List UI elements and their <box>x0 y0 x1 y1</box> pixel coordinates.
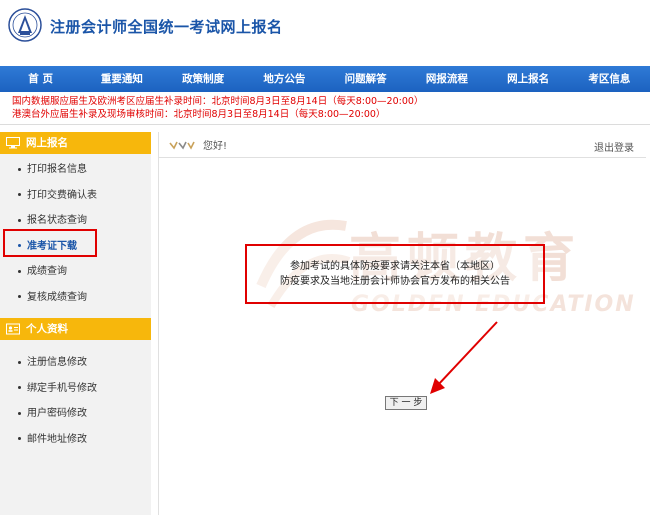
sidebar-item-edit-email[interactable]: 邮件地址修改 <box>0 427 151 453</box>
bullet <box>18 269 21 273</box>
sidebar-list-profile: 注册信息修改 绑定手机号修改 用户密码修改 邮件地址修改 <box>0 340 151 452</box>
sidebar-item-label: 邮件地址修改 <box>27 433 87 445</box>
sidebar-item-label: 用户密码修改 <box>27 408 87 419</box>
nav-local-announcements[interactable]: 地方公告 <box>244 66 325 92</box>
nav-faq[interactable]: 问题解答 <box>325 66 406 92</box>
sidebar-item-print-payment[interactable]: 打印交费确认表 <box>0 183 151 209</box>
bullet <box>18 360 21 364</box>
sidebar-item-label: 打印交费确认表 <box>27 189 97 201</box>
main-nav: 首 页 重要通知 政策制度 地方公告 问题解答 网报流程 网上报名 考区信息 <box>0 66 650 92</box>
nav-exam-area-info[interactable]: 考区信息 <box>569 66 650 92</box>
sidebar-item-edit-password[interactable]: 用户密码修改 <box>0 401 151 427</box>
sidebar-item-print-registration[interactable]: 打印报名信息 <box>0 157 151 183</box>
main-toolbar: 您好! 退出登录 <box>159 132 646 158</box>
sidebar-item-label: 成绩查询 <box>27 266 67 277</box>
sidebar: 网上报名 打印报名信息 打印交费确认表 报名状态查询 准考证下载 成绩查询 复核… <box>0 132 151 515</box>
sidebar-item-label: 报名状态查询 <box>27 215 87 226</box>
sidebar-item-edit-registration[interactable]: 注册信息修改 <box>0 350 151 376</box>
wave-decoration-icon <box>169 141 195 150</box>
bullet <box>18 411 21 415</box>
main-panel: 您好! 退出登录 高顿教育 GOLDEN EDUCATION 参加考试的具体防疫… <box>158 132 646 515</box>
sidebar-section-profile: 个人资料 <box>0 318 151 340</box>
nav-online-registration[interactable]: 网上报名 <box>488 66 569 92</box>
notice-line: 港澳台外应届生补录及现场审核时间：北京时间8月3日至8月14日（每天8:00—2… <box>12 109 386 120</box>
sidebar-item-review-query[interactable]: 复核成绩查询 <box>0 285 151 311</box>
logout-link[interactable]: 退出登录 <box>594 139 634 154</box>
sidebar-item-label: 复核成绩查询 <box>27 291 87 303</box>
notice-text: 防疫要求及当地注册会计师协会官方发布的相关公告 <box>280 276 510 287</box>
cicpa-emblem-icon <box>8 8 42 42</box>
annotation-highlight-box <box>3 229 97 257</box>
bullet <box>18 295 21 298</box>
sidebar-section-title: 个人资料 <box>26 323 68 335</box>
sidebar-item-score-query[interactable]: 成绩查询 <box>0 259 151 285</box>
sidebar-item-label: 打印报名信息 <box>27 164 87 175</box>
sidebar-item-edit-phone[interactable]: 绑定手机号修改 <box>0 376 151 402</box>
nav-registration-process[interactable]: 网报流程 <box>406 66 487 92</box>
nav-home[interactable]: 首 页 <box>0 66 81 92</box>
sidebar-section-title: 网上报名 <box>26 137 68 149</box>
site-header: 注册会计师全国统一考试网上报名 <box>0 0 650 66</box>
bullet <box>18 437 21 440</box>
site-title: 注册会计师全国统一考试网上报名 <box>50 18 283 36</box>
greeting-text: 您好! <box>203 141 228 152</box>
bullet <box>18 218 21 222</box>
sidebar-section-registration: 网上报名 <box>0 132 151 154</box>
notice-bar: 国内数据服应届生及欧洲考区应届生补录时间：北京时间8月3日至8月14日（每天8:… <box>0 95 650 125</box>
bullet <box>18 193 21 196</box>
nav-important-notices[interactable]: 重要通知 <box>81 66 162 92</box>
bullet <box>18 167 21 171</box>
divider <box>0 124 650 125</box>
id-card-icon <box>6 323 20 335</box>
bullet <box>18 386 21 389</box>
notice-text: 参加考试的具体防疫要求请关注本省（本地区） <box>290 261 500 272</box>
next-step-button[interactable]: 下 一 步 <box>385 396 427 410</box>
sidebar-item-label: 绑定手机号修改 <box>27 382 97 394</box>
nav-policies[interactable]: 政策制度 <box>163 66 244 92</box>
epidemic-notice-box: 参加考试的具体防疫要求请关注本省（本地区） 防疫要求及当地注册会计师协会官方发布… <box>245 244 545 304</box>
notice-line: 国内数据服应届生及欧洲考区应届生补录时间：北京时间8月3日至8月14日（每天8:… <box>12 96 424 107</box>
monitor-icon <box>6 137 20 149</box>
sidebar-item-label: 注册信息修改 <box>27 357 87 368</box>
